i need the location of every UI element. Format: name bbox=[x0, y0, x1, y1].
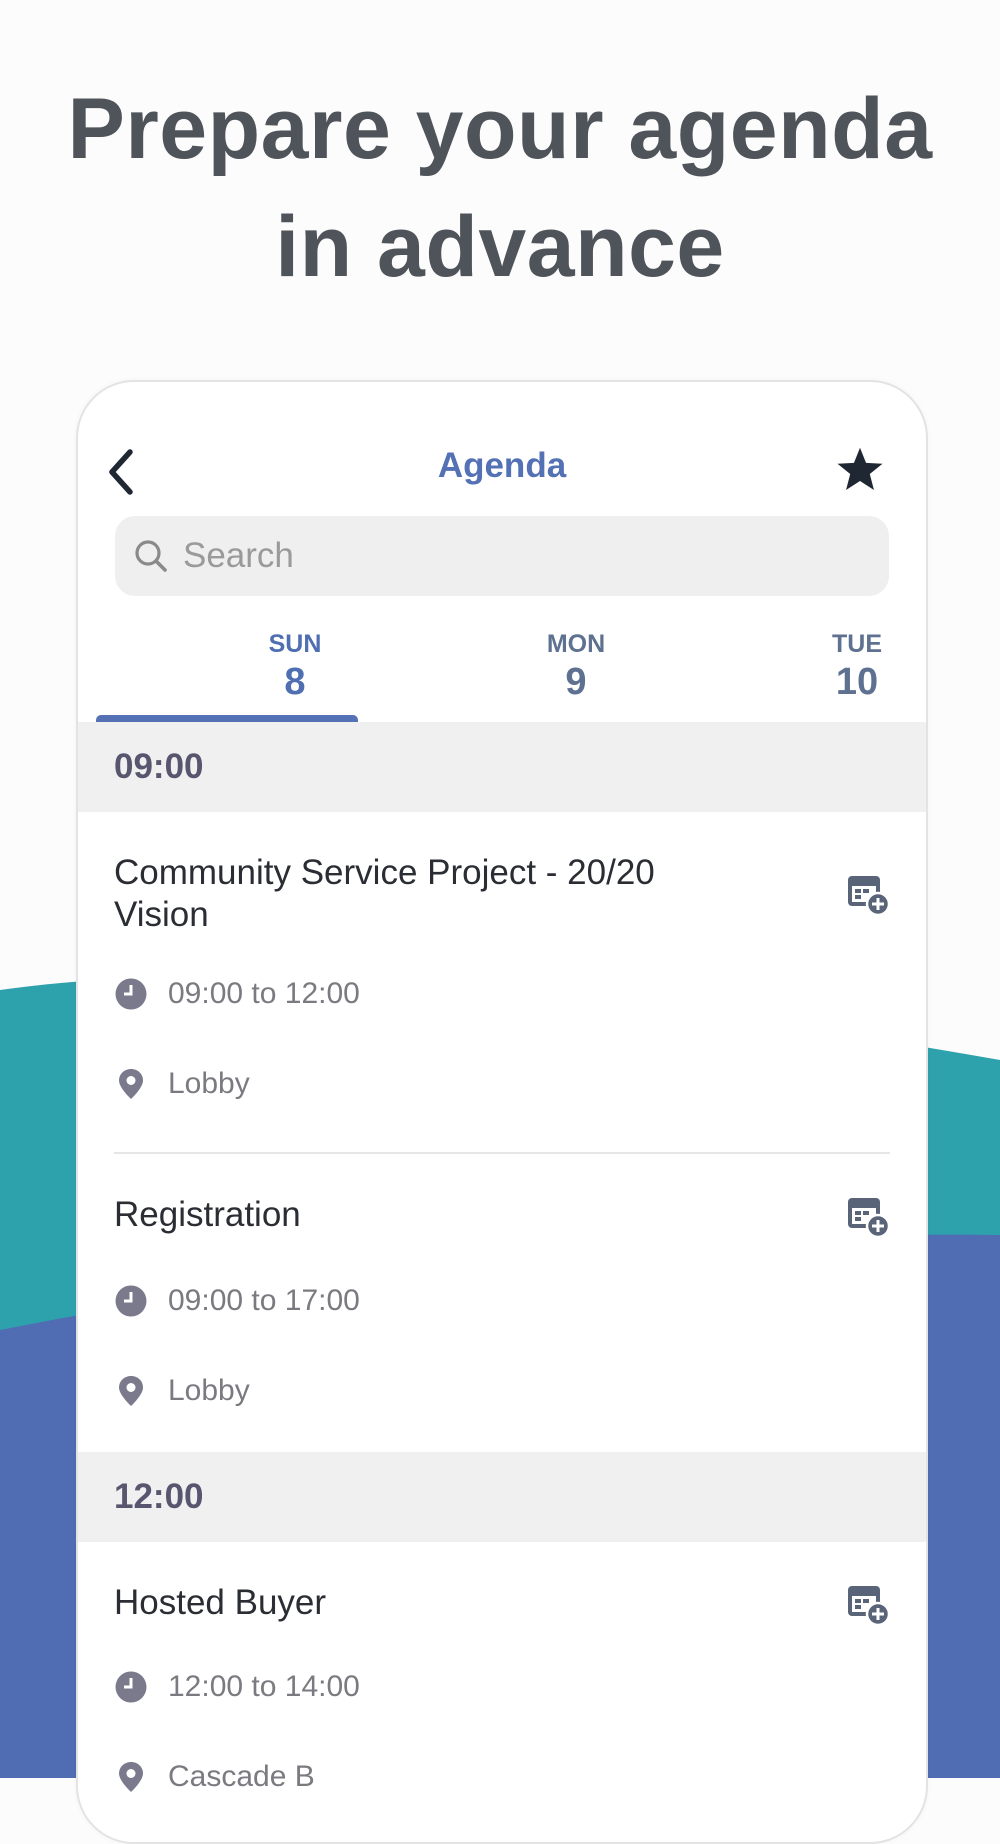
day-name: MON bbox=[546, 630, 606, 658]
page-title: Agenda bbox=[437, 446, 567, 485]
session-time: 09:00 to 12:00 bbox=[114, 977, 360, 1011]
tab-mon-9[interactable]: MON 9 bbox=[445, 620, 707, 720]
session-title: Registration bbox=[114, 1195, 301, 1234]
session-location-name: Lobby bbox=[168, 1374, 250, 1407]
clock-icon bbox=[115, 1285, 147, 1317]
day-name: SUN bbox=[268, 630, 322, 658]
session-item[interactable]: Registration 09:00 to 17:00 Lobby bbox=[78, 1154, 926, 1452]
day-number: 10 bbox=[835, 661, 879, 703]
day-tabs: SUN 8 MON 9 TUE 10 bbox=[78, 620, 926, 724]
star-icon bbox=[837, 447, 883, 490]
search-icon bbox=[135, 540, 167, 572]
session-time-range: 09:00 to 17:00 bbox=[168, 1284, 360, 1317]
location-pin-icon bbox=[119, 1069, 143, 1099]
headline: Prepare your agenda in advance bbox=[0, 70, 1000, 306]
session-time-range: 12:00 to 14:00 bbox=[168, 1670, 360, 1703]
session-item[interactable]: Community Service Project - 20/20 Vision… bbox=[78, 812, 926, 1152]
clock-icon bbox=[115, 978, 147, 1010]
headline-line-2: in advance bbox=[275, 199, 725, 295]
add-to-calendar-icon[interactable] bbox=[846, 1194, 890, 1238]
clock-icon bbox=[115, 1671, 147, 1703]
session-time-range: 09:00 to 12:00 bbox=[168, 977, 360, 1010]
favorites-button[interactable] bbox=[830, 440, 890, 500]
location-pin-icon bbox=[119, 1762, 143, 1792]
app-header: Agenda bbox=[78, 382, 926, 495]
add-to-calendar-icon[interactable] bbox=[846, 1582, 890, 1626]
search-bar[interactable] bbox=[115, 516, 889, 596]
session-location: Lobby bbox=[114, 1374, 250, 1408]
session-location-name: Lobby bbox=[168, 1067, 250, 1100]
time-group-header: 09:00 bbox=[78, 722, 926, 812]
add-to-calendar-icon[interactable] bbox=[846, 872, 890, 916]
session-time: 12:00 to 14:00 bbox=[114, 1670, 360, 1704]
tab-tue-10[interactable]: TUE 10 bbox=[726, 620, 926, 720]
session-location: Cascade B bbox=[114, 1760, 315, 1794]
day-name: TUE bbox=[832, 630, 882, 658]
location-pin-icon bbox=[119, 1376, 143, 1406]
session-location-name: Cascade B bbox=[168, 1760, 315, 1793]
session-title: Community Service Project - 20/20 Vision bbox=[114, 853, 655, 934]
day-number: 8 bbox=[284, 661, 306, 703]
session-item[interactable]: Hosted Buyer 12:00 to 14:00 Cascade B bbox=[78, 1542, 926, 1842]
session-location: Lobby bbox=[114, 1067, 250, 1101]
tab-sun-8[interactable]: SUN 8 bbox=[164, 620, 426, 720]
session-time: 09:00 to 17:00 bbox=[114, 1284, 360, 1318]
headline-line-1: Prepare your agenda bbox=[67, 81, 933, 177]
day-number: 9 bbox=[565, 661, 587, 703]
agenda-list: 09:00 Community Service Project - 20/20 … bbox=[78, 722, 926, 1842]
phone-frame: Agenda SUN 8 MON 9 TUE 10 09:00 bbox=[76, 380, 928, 1844]
session-title: Hosted Buyer bbox=[114, 1583, 327, 1622]
search-input[interactable] bbox=[181, 535, 865, 577]
time-group-header: 12:00 bbox=[78, 1452, 926, 1542]
